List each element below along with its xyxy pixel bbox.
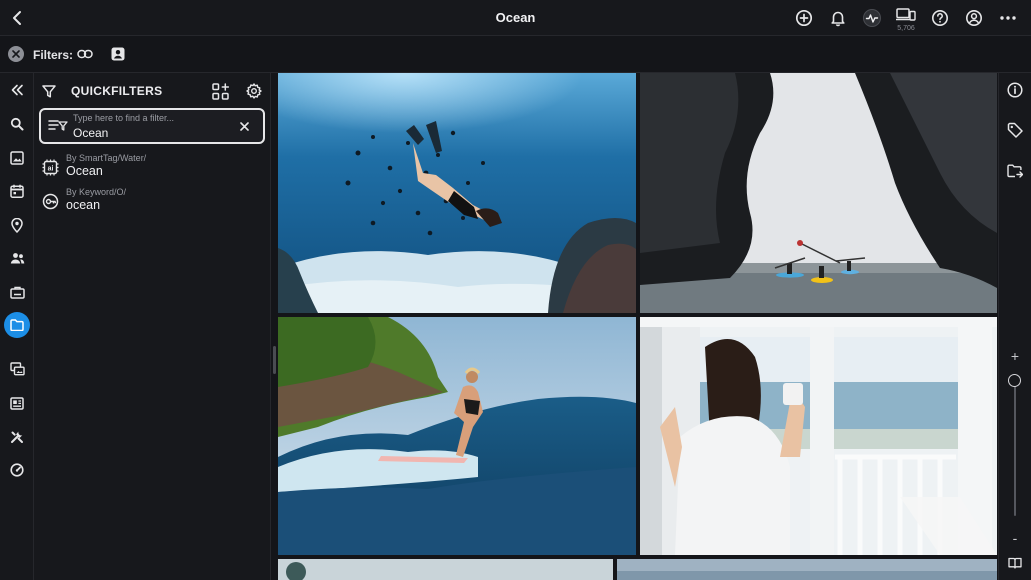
filter-result-smarttag[interactable]: ai By SmartTag/Water/ Ocean <box>38 152 264 184</box>
info-icon <box>1007 82 1023 98</box>
photo-partial-left[interactable] <box>278 559 613 580</box>
keyword-icon <box>41 192 59 210</box>
calendar-icon <box>10 184 24 198</box>
collapse-icon <box>11 84 23 96</box>
filter-toggle[interactable] <box>39 81 59 101</box>
activity-button[interactable] <box>855 6 889 30</box>
account-button[interactable] <box>957 6 991 30</box>
filter-search-input[interactable] <box>73 125 233 141</box>
zoom-in-button[interactable]: + <box>1007 349 1023 363</box>
folder-move-icon <box>1007 164 1023 178</box>
svg-text:ai: ai <box>47 165 53 172</box>
panel-title: QUICKFILTERS <box>71 84 163 98</box>
devices-icon <box>896 8 916 21</box>
notifications-button[interactable] <box>821 6 855 30</box>
zoom-slider-track[interactable] <box>1014 376 1016 516</box>
photo-underwater-swimmer[interactable] <box>278 73 636 313</box>
rail-calendar[interactable] <box>4 178 30 204</box>
gauge-icon <box>10 463 24 477</box>
rail-search[interactable] <box>4 111 30 137</box>
result-source: By SmartTag/Water/ <box>66 153 147 163</box>
photo-surfer-wave[interactable] <box>278 317 636 555</box>
more-button[interactable] <box>991 6 1025 30</box>
folder-icon <box>10 319 24 331</box>
filter-search-box[interactable]: Type here to find a filter... <box>39 108 265 144</box>
device-count: 5,706 <box>897 25 915 32</box>
funnel-icon <box>42 84 56 98</box>
image-icon <box>10 151 24 165</box>
rail-duplicates[interactable] <box>4 356 30 382</box>
grid-add-icon <box>211 82 229 100</box>
customize-filters-button[interactable] <box>210 81 230 101</box>
add-button[interactable] <box>787 6 821 30</box>
filters-label: Filters: <box>33 48 74 62</box>
rail-layouts[interactable] <box>4 390 30 416</box>
add-circle-icon <box>795 9 813 27</box>
devices-button[interactable]: 5,706 <box>889 6 923 32</box>
bell-icon <box>831 11 845 27</box>
panel-resize-handle[interactable] <box>273 346 276 374</box>
search-icon <box>10 117 24 131</box>
briefcase-icon <box>9 286 25 299</box>
chevron-left-icon <box>13 11 21 25</box>
close-icon <box>12 50 20 58</box>
people-icon <box>10 253 24 264</box>
rail-people[interactable] <box>4 245 30 271</box>
book-icon <box>1008 557 1022 569</box>
left-rail <box>0 73 34 580</box>
quickfilters-panel: QUICKFILTERS Type here to find a filter.… <box>34 73 271 580</box>
help-icon <box>932 10 948 26</box>
rail-projects[interactable] <box>4 279 30 305</box>
photo-grid <box>277 73 998 580</box>
right-rail: + - <box>998 73 1031 580</box>
header-actions: 5,706 <box>787 6 1025 32</box>
zoom-slider-handle[interactable] <box>1008 374 1021 387</box>
photo-partial-right[interactable] <box>617 559 997 580</box>
location-icon <box>11 217 23 233</box>
layout-icon <box>10 396 24 410</box>
tag-icon <box>1007 122 1023 138</box>
move-to-folder-button[interactable] <box>1004 160 1026 182</box>
tools-icon <box>11 431 23 443</box>
zoom-out-button[interactable]: - <box>1007 531 1023 545</box>
photo-sea-cave-kayaks[interactable] <box>640 73 997 313</box>
clear-filters-button[interactable] <box>8 46 24 62</box>
help-button[interactable] <box>923 6 957 30</box>
rail-folders[interactable] <box>4 312 30 338</box>
face-icon <box>111 47 125 61</box>
close-icon <box>239 121 249 131</box>
result-label: Ocean <box>66 164 103 178</box>
clear-search-button[interactable] <box>237 119 251 133</box>
result-source: By Keyword/O/ <box>66 187 127 197</box>
tag-button[interactable] <box>1004 119 1026 141</box>
top-bar: Ocean 5,706 <box>0 0 1031 36</box>
view-mode-button[interactable] <box>1004 552 1026 574</box>
panel-settings-button[interactable] <box>244 81 264 101</box>
filter-bar: Filters: <box>0 36 1031 73</box>
result-label: ocean <box>66 198 101 212</box>
collapse-panel-button[interactable] <box>4 77 30 103</box>
rail-places[interactable] <box>4 212 30 238</box>
account-icon <box>966 10 982 26</box>
ai-chip-icon: ai <box>41 158 59 176</box>
info-button[interactable] <box>1004 79 1026 101</box>
face-filter-chip[interactable] <box>109 45 127 63</box>
filter-result-keyword[interactable]: By Keyword/O/ ocean <box>38 186 264 218</box>
rail-tools[interactable] <box>4 424 30 450</box>
search-placeholder: Type here to find a filter... <box>73 113 175 123</box>
gear-icon <box>246 83 262 99</box>
rail-dashboard[interactable] <box>4 457 30 483</box>
rail-media[interactable] <box>4 145 30 171</box>
more-icon <box>1000 16 1016 20</box>
link-filter-chip[interactable] <box>76 45 94 63</box>
link-icon <box>77 49 93 59</box>
filter-list-icon <box>48 120 68 131</box>
photo-woman-window-ocean[interactable] <box>640 317 997 555</box>
activity-icon <box>863 9 881 27</box>
copies-icon <box>9 362 25 376</box>
back-button[interactable] <box>6 6 28 30</box>
